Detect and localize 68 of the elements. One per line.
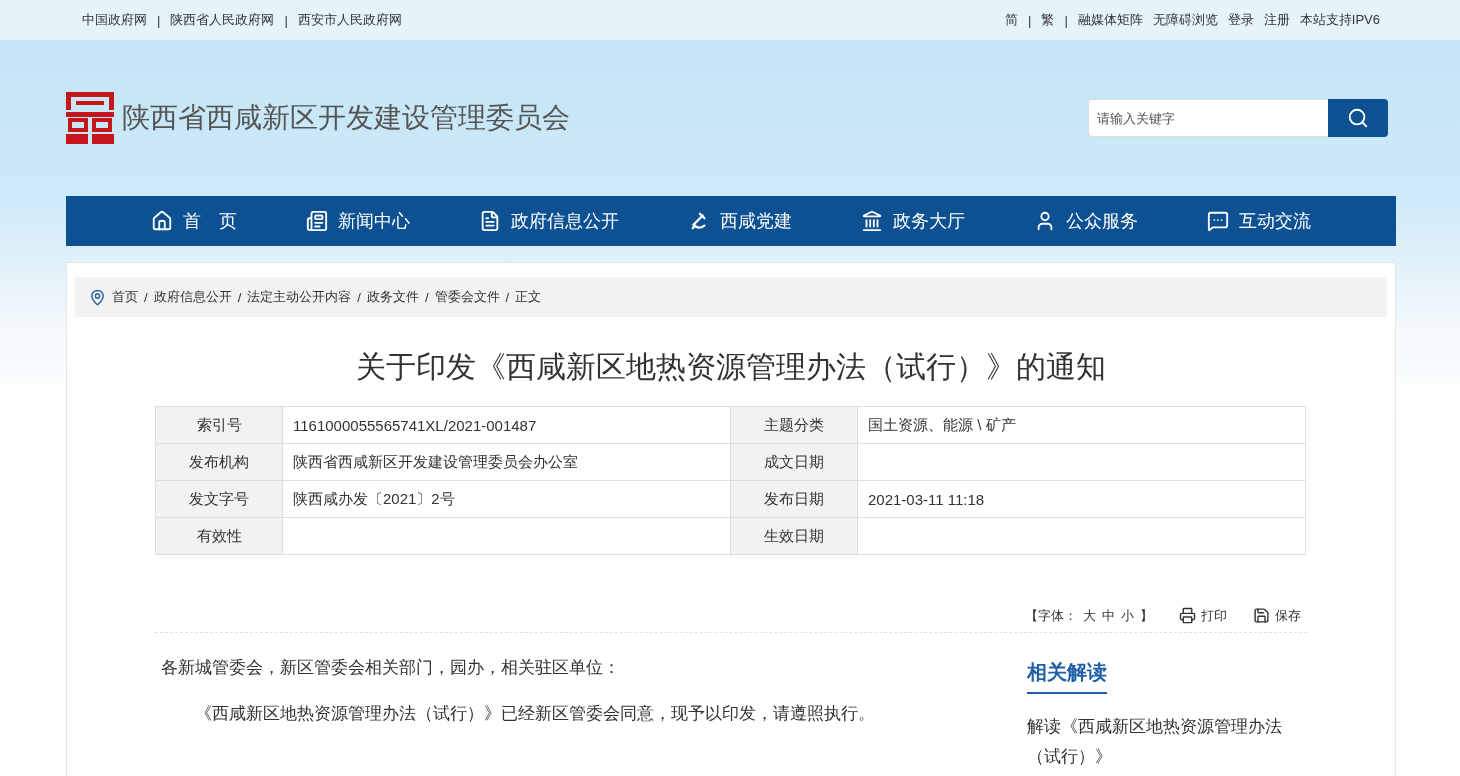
breadcrumb-link[interactable]: 正文 (515, 288, 542, 306)
related-heading: 相关解读 (1027, 659, 1107, 694)
article-title: 关于印发《西咸新区地热资源管理办法（试行）》的通知 (355, 349, 1107, 385)
nav-item[interactable]: 西咸党建 (688, 209, 792, 233)
top-link[interactable]: 无障碍浏览 (1152, 11, 1218, 29)
search-field[interactable]: 请输入关键字 (1088, 99, 1328, 137)
field-label: 有效性 (155, 517, 283, 555)
separator: | (1028, 12, 1032, 28)
logo-icon (66, 92, 114, 144)
print-link[interactable]: 打印 (1179, 606, 1227, 625)
nav-item[interactable]: 新闻中心 (305, 209, 410, 233)
field-label: 发布日期 (730, 480, 858, 518)
breadcrumb-link[interactable]: 首页 (112, 288, 138, 306)
field-value: 陕西省西咸新区开发建设管理委员会办公室 (282, 443, 731, 481)
top-link[interactable]: 融媒体矩阵 (1077, 11, 1143, 29)
field-value: 2021-03-11 11:18 (857, 480, 1306, 518)
top-link[interactable]: 中国政府网 (82, 11, 147, 29)
separator: | (1064, 12, 1068, 28)
top-link[interactable]: 注册 (1263, 11, 1290, 29)
top-link[interactable]: 繁 (1041, 11, 1055, 29)
separator: / (424, 289, 429, 305)
field-label: 发文字号 (155, 480, 283, 518)
nav-item[interactable]: 政务大厅 (861, 209, 966, 233)
field-label: 主题分类 (730, 406, 858, 444)
bracket: 】 (1140, 606, 1153, 625)
separator: / (505, 289, 510, 305)
separator: / (237, 289, 242, 305)
field-label: 生效日期 (730, 517, 858, 555)
field-label: 发布机构 (155, 443, 283, 481)
nav-item[interactable]: 互动交流 (1207, 209, 1312, 233)
location-pin-icon (89, 288, 106, 306)
top-link[interactable]: 登录 (1227, 11, 1254, 29)
separator: / (144, 289, 148, 305)
top-link[interactable]: 西安市人民政府网 (297, 11, 402, 29)
nav-item[interactable]: 政府信息公开 (478, 209, 619, 233)
separator: | (157, 12, 161, 28)
top-link[interactable]: 陕西省人民政府网 (170, 11, 275, 29)
article-paragraph: 各新城管委会，新区管委会相关部门，园办，相关驻区单位： (161, 657, 621, 679)
font-size-link[interactable]: 大 (1083, 606, 1096, 625)
field-label: 索引号 (155, 406, 283, 444)
field-label: 成文日期 (730, 443, 858, 481)
field-value: 国土资源、能源 \ 矿产 (857, 406, 1306, 444)
breadcrumb-link[interactable]: 法定主动公开内容 (247, 288, 352, 306)
newspaper-icon (305, 210, 328, 232)
separator: / (357, 289, 361, 305)
field-value: 陕西咸办发〔2021〕2号 (282, 480, 731, 518)
article-paragraph: 《西咸新区地热资源管理办法（试行）》已经新区管委会同意，现予以印发，请遵照执行。 (194, 702, 876, 725)
related-link[interactable]: 解读《西咸新区地热资源管理办法（试行）》 (1027, 712, 1307, 772)
top-link[interactable]: 简 (1005, 11, 1019, 29)
breadcrumb-link[interactable]: 政府信息公开 (153, 288, 232, 306)
search-button[interactable] (1328, 99, 1388, 137)
home-icon (150, 210, 173, 232)
font-size-link[interactable]: 小 (1121, 606, 1134, 625)
separator: | (284, 12, 288, 28)
font-size-link[interactable]: 中 (1102, 606, 1115, 625)
chat-icon (1207, 210, 1230, 232)
save-link[interactable]: 保存 (1253, 606, 1301, 625)
site-title: 陕西省西咸新区开发建设管理委员会 (122, 101, 570, 135)
nav-item[interactable]: 首 页 (150, 209, 237, 233)
top-link[interactable]: 本站支持IPV6 (1299, 11, 1380, 29)
printer-icon (1179, 607, 1196, 624)
breadcrumb-link[interactable]: 政务文件 (366, 288, 419, 306)
nav-item[interactable]: 公众服务 (1034, 209, 1139, 233)
field-value: 1161000055565741XL/2021-001487 (282, 406, 731, 444)
font-size-label: 【字体： (1025, 606, 1077, 625)
building-icon (861, 210, 884, 232)
breadcrumb-link[interactable]: 管委会文件 (434, 288, 500, 306)
search-icon (1347, 107, 1369, 129)
